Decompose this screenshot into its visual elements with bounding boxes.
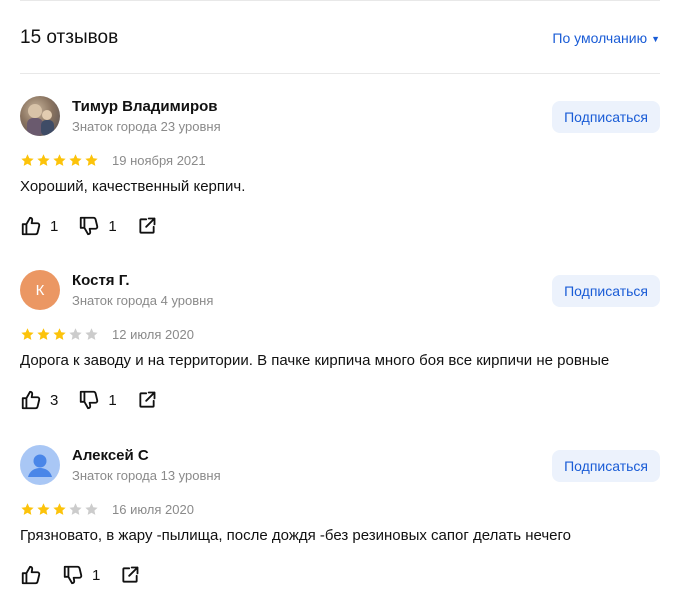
reviews-count: 15 отзывов [20, 27, 119, 48]
review-text: Грязновато, в жару -пылища, после дождя … [20, 527, 571, 544]
star-filled-icon [37, 153, 50, 166]
thumbs-down-icon [80, 216, 99, 236]
dislike-button[interactable]: 1 [78, 215, 117, 237]
rating-row: 12 июля 2020 [20, 324, 194, 344]
star-filled-icon [37, 327, 50, 340]
author-level: Знаток города 23 уровня [72, 119, 221, 134]
top-divider [20, 0, 660, 1]
review-actions: 1 [20, 563, 140, 587]
author-name[interactable]: Тимур Владимиров [72, 98, 221, 116]
star-filled-icon [53, 153, 66, 166]
share-button[interactable] [137, 216, 157, 236]
star-filled-icon [21, 327, 34, 340]
thumbs-down-icon [80, 390, 99, 410]
subscribe-button[interactable]: Подписаться [552, 450, 660, 482]
like-button[interactable]: 1 [20, 215, 58, 237]
review-date: 16 июля 2020 [112, 501, 194, 517]
star-empty-icon [69, 327, 82, 340]
star-empty-icon [69, 502, 82, 515]
rating-row: 16 июля 2020 [20, 499, 194, 519]
like-count: 3 [50, 391, 59, 409]
author-info: Тимур Владимиров Знаток города 23 уровня [72, 98, 221, 135]
thumbs-down-icon [63, 565, 83, 585]
avatar-photo-icon [27, 104, 54, 136]
author-name[interactable]: Костя Г. [72, 272, 213, 290]
subscribe-button[interactable]: Подписаться [552, 275, 660, 307]
dislike-count: 1 [108, 217, 117, 235]
dislike-count: 1 [108, 391, 117, 409]
dislike-button[interactable]: 1 [78, 389, 117, 411]
review-text: Хороший, качественный керпич. [20, 178, 246, 195]
subscribe-button[interactable]: Подписаться [552, 101, 660, 133]
dislike-button[interactable]: 1 [62, 564, 100, 586]
star-empty-icon [85, 502, 98, 515]
share-icon [122, 566, 139, 583]
review-author: Алексей С Знаток города 13 уровня Подпис… [20, 445, 660, 487]
header-divider [20, 73, 660, 74]
avatar[interactable] [20, 445, 60, 485]
star-empty-icon [85, 327, 98, 340]
author-level: Знаток города 4 уровня [72, 293, 214, 308]
like-button[interactable] [20, 564, 42, 586]
share-button[interactable] [120, 565, 140, 585]
star-rating [20, 502, 99, 517]
author-info: Алексей С Знаток города 13 уровня [72, 447, 221, 484]
star-rating [20, 327, 99, 342]
author-info: Костя Г. Знаток города 4 уровня [72, 272, 213, 309]
avatar[interactable]: К [20, 270, 60, 310]
star-rating [20, 153, 99, 168]
author-level: Знаток города 13 уровня [72, 468, 221, 483]
like-button[interactable]: 3 [20, 389, 58, 411]
review-actions: 3 1 [20, 388, 157, 412]
thumbs-up-icon [21, 216, 41, 236]
star-filled-icon [53, 327, 66, 340]
thumbs-up-icon [21, 390, 41, 410]
share-icon [139, 391, 156, 408]
thumbs-up-icon [21, 565, 41, 585]
star-filled-icon [53, 502, 66, 515]
review-date: 19 ноября 2021 [112, 152, 206, 168]
star-filled-icon [85, 153, 98, 166]
review-author: Тимур Владимиров Знаток города 23 уровня… [20, 96, 660, 138]
dislike-count: 1 [92, 566, 101, 584]
review-text: Дорога к заводу и на территории. В пачке… [20, 352, 610, 369]
person-icon [28, 454, 52, 477]
chevron-down-icon: ▼ [651, 34, 660, 44]
review-card: Алексей С Знаток города 13 уровня Подпис… [20, 445, 660, 605]
star-filled-icon [21, 153, 34, 166]
avatar[interactable] [20, 96, 60, 136]
review-card: Тимур Владимиров Знаток города 23 уровня… [20, 96, 660, 256]
rating-row: 19 ноября 2021 [20, 150, 206, 170]
reviews-header: 15 отзывов По умолчанию ▼ [20, 20, 660, 56]
share-button[interactable] [137, 390, 157, 410]
review-author: К Костя Г. Знаток города 4 уровня Подпис… [20, 270, 660, 312]
sort-dropdown[interactable]: По умолчанию ▼ [552, 30, 660, 46]
review-actions: 1 1 [20, 214, 157, 238]
review-card: К Костя Г. Знаток города 4 уровня Подпис… [20, 270, 660, 430]
star-filled-icon [37, 502, 50, 515]
star-filled-icon [21, 502, 34, 515]
author-name[interactable]: Алексей С [72, 447, 221, 465]
avatar-letter: К [35, 281, 45, 299]
star-filled-icon [69, 153, 82, 166]
review-date: 12 июля 2020 [112, 326, 194, 342]
like-count: 1 [50, 217, 59, 235]
share-icon [139, 217, 156, 234]
sort-label: По умолчанию [552, 30, 648, 46]
